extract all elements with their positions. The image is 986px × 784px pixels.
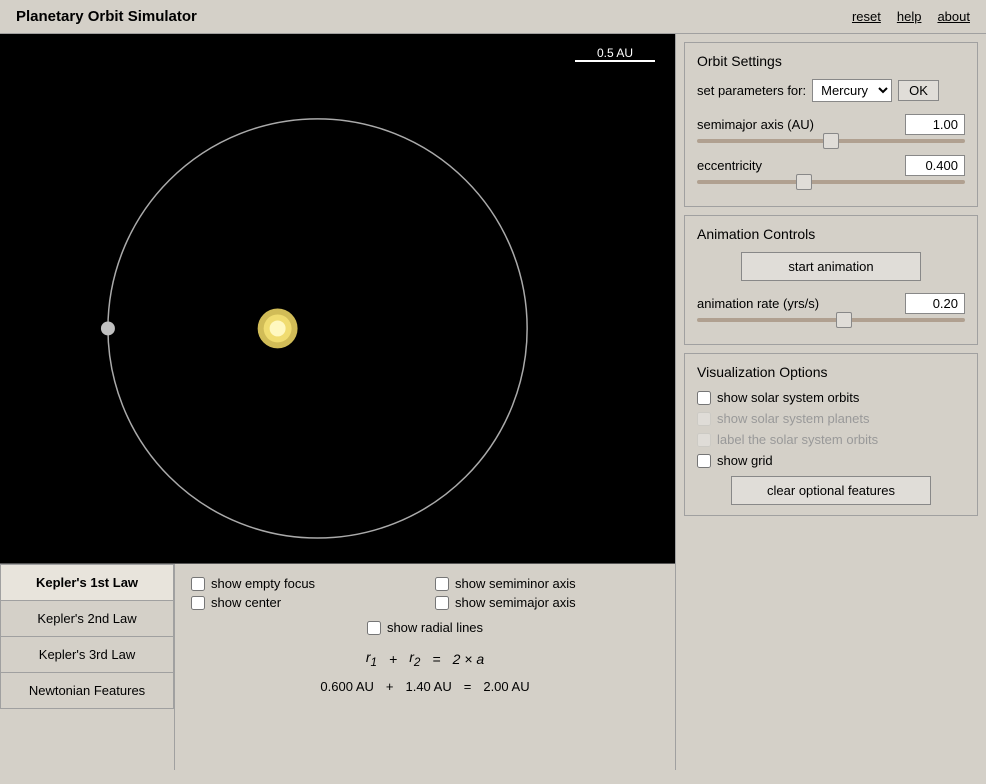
animation-rate-slider[interactable] xyxy=(697,318,965,322)
show-solar-system-planets-row: show solar system planets xyxy=(697,411,965,426)
show-radial-lines-checkbox[interactable] xyxy=(367,621,381,635)
title-bar: Planetary Orbit Simulator reset help abo… xyxy=(0,0,986,34)
checkbox-grid: show empty focus show semiminor axis sho… xyxy=(191,576,659,610)
eccentricity-value: 0.400 xyxy=(905,155,965,176)
set-params-label: set parameters for: xyxy=(697,83,806,98)
show-empty-focus-label: show empty focus xyxy=(211,576,315,591)
val-equals: = xyxy=(464,679,472,694)
show-semimajor-axis-label: show semimajor axis xyxy=(455,595,576,610)
tab-sidebar: Kepler's 1st Law Kepler's 2nd Law Kepler… xyxy=(0,564,175,770)
eccentricity-thumb[interactable] xyxy=(796,174,812,190)
keplers-1st-controls: show empty focus show semiminor axis sho… xyxy=(175,564,675,770)
orbit-settings-title: Orbit Settings xyxy=(697,53,965,69)
show-grid-row: show grid xyxy=(697,453,965,468)
tab-newtonian[interactable]: Newtonian Features xyxy=(0,672,174,709)
show-semiminor-axis-label: show semiminor axis xyxy=(455,576,576,591)
show-radial-lines-label: show radial lines xyxy=(387,620,483,635)
semimajor-axis-slider[interactable] xyxy=(697,139,965,143)
show-grid-label: show grid xyxy=(717,453,773,468)
animation-controls-title: Animation Controls xyxy=(697,226,965,242)
semimajor-axis-row: semimajor axis (AU) 1.00 xyxy=(697,114,965,135)
show-solar-system-orbits-checkbox[interactable] xyxy=(697,391,711,405)
show-solar-system-planets-checkbox[interactable] xyxy=(697,412,711,426)
show-center-row: show center xyxy=(191,595,415,610)
animation-rate-label: animation rate (yrs/s) xyxy=(697,296,819,311)
eccentricity-slider[interactable] xyxy=(697,180,965,184)
val-r2: 1.40 AU xyxy=(405,679,451,694)
simulation-canvas: 0.5 AU xyxy=(0,34,675,564)
help-link[interactable]: help xyxy=(897,9,922,24)
animation-rate-value: 0.20 xyxy=(905,293,965,314)
eccentricity-track xyxy=(697,180,965,184)
show-semiminor-axis-row: show semiminor axis xyxy=(435,576,659,591)
set-params-row: set parameters for: Mercury Venus Earth … xyxy=(697,79,965,102)
about-link[interactable]: about xyxy=(937,9,970,24)
eccentricity-row: eccentricity 0.400 xyxy=(697,155,965,176)
ok-button[interactable]: OK xyxy=(898,80,939,101)
label-solar-system-orbits-label: label the solar system orbits xyxy=(717,432,878,447)
bottom-controls: Kepler's 1st Law Kepler's 2nd Law Kepler… xyxy=(0,564,675,770)
clear-optional-features-button[interactable]: clear optional features xyxy=(731,476,931,505)
main-layout: 0.5 AU Kepler's 1st Law xyxy=(0,34,986,770)
visualization-options-panel: Visualization Options show solar system … xyxy=(684,353,978,516)
eq-r1: r1 xyxy=(366,649,377,669)
tab-keplers-2nd[interactable]: Kepler's 2nd Law xyxy=(0,600,174,636)
show-solar-system-orbits-row: show solar system orbits xyxy=(697,390,965,405)
semimajor-axis-thumb[interactable] xyxy=(823,133,839,149)
show-semimajor-axis-row: show semimajor axis xyxy=(435,595,659,610)
equation-values: 0.600 AU + 1.40 AU = 2.00 AU xyxy=(191,679,659,694)
show-center-checkbox[interactable] xyxy=(191,596,205,610)
planet-select[interactable]: Mercury Venus Earth Mars Jupiter Saturn … xyxy=(812,79,892,102)
visualization-options-title: Visualization Options xyxy=(697,364,965,380)
eq-equals: = xyxy=(432,651,440,667)
label-solar-system-orbits-checkbox[interactable] xyxy=(697,433,711,447)
val-plus: + xyxy=(386,679,394,694)
show-radial-lines-row: show radial lines xyxy=(191,620,659,635)
show-empty-focus-checkbox[interactable] xyxy=(191,577,205,591)
eq-r2: r2 xyxy=(409,649,420,669)
animation-controls-panel: Animation Controls start animation anima… xyxy=(684,215,978,345)
semimajor-axis-label: semimajor axis (AU) xyxy=(697,117,814,132)
reset-link[interactable]: reset xyxy=(852,9,881,24)
tab-keplers-3rd[interactable]: Kepler's 3rd Law xyxy=(0,636,174,672)
show-grid-checkbox[interactable] xyxy=(697,454,711,468)
app-title: Planetary Orbit Simulator xyxy=(16,8,197,25)
left-panel: 0.5 AU Kepler's 1st Law xyxy=(0,34,676,770)
show-semimajor-axis-checkbox[interactable] xyxy=(435,596,449,610)
nav-links: reset help about xyxy=(852,9,970,24)
right-panel: Orbit Settings set parameters for: Mercu… xyxy=(676,34,986,770)
equation-row: r1 + r2 = 2 × a xyxy=(191,649,659,669)
animation-rate-row: animation rate (yrs/s) 0.20 xyxy=(697,293,965,314)
show-semiminor-axis-checkbox[interactable] xyxy=(435,577,449,591)
orbit-settings-panel: Orbit Settings set parameters for: Mercu… xyxy=(684,42,978,207)
label-solar-system-orbits-row: label the solar system orbits xyxy=(697,432,965,447)
semimajor-axis-value: 1.00 xyxy=(905,114,965,135)
orbit-svg xyxy=(0,34,675,563)
eccentricity-label: eccentricity xyxy=(697,158,762,173)
eq-rhs: 2 × a xyxy=(453,651,485,667)
show-empty-focus-row: show empty focus xyxy=(191,576,415,591)
tab-keplers-1st[interactable]: Kepler's 1st Law xyxy=(0,564,174,600)
eq-plus: + xyxy=(389,651,397,667)
animation-rate-thumb[interactable] xyxy=(836,312,852,328)
show-solar-system-planets-label: show solar system planets xyxy=(717,411,869,426)
show-center-label: show center xyxy=(211,595,281,610)
val-r1: 0.600 AU xyxy=(320,679,374,694)
val-rhs: 2.00 AU xyxy=(483,679,529,694)
semimajor-axis-track xyxy=(697,139,965,143)
animation-rate-track xyxy=(697,318,965,322)
show-solar-system-orbits-label: show solar system orbits xyxy=(717,390,859,405)
start-animation-button[interactable]: start animation xyxy=(741,252,921,281)
